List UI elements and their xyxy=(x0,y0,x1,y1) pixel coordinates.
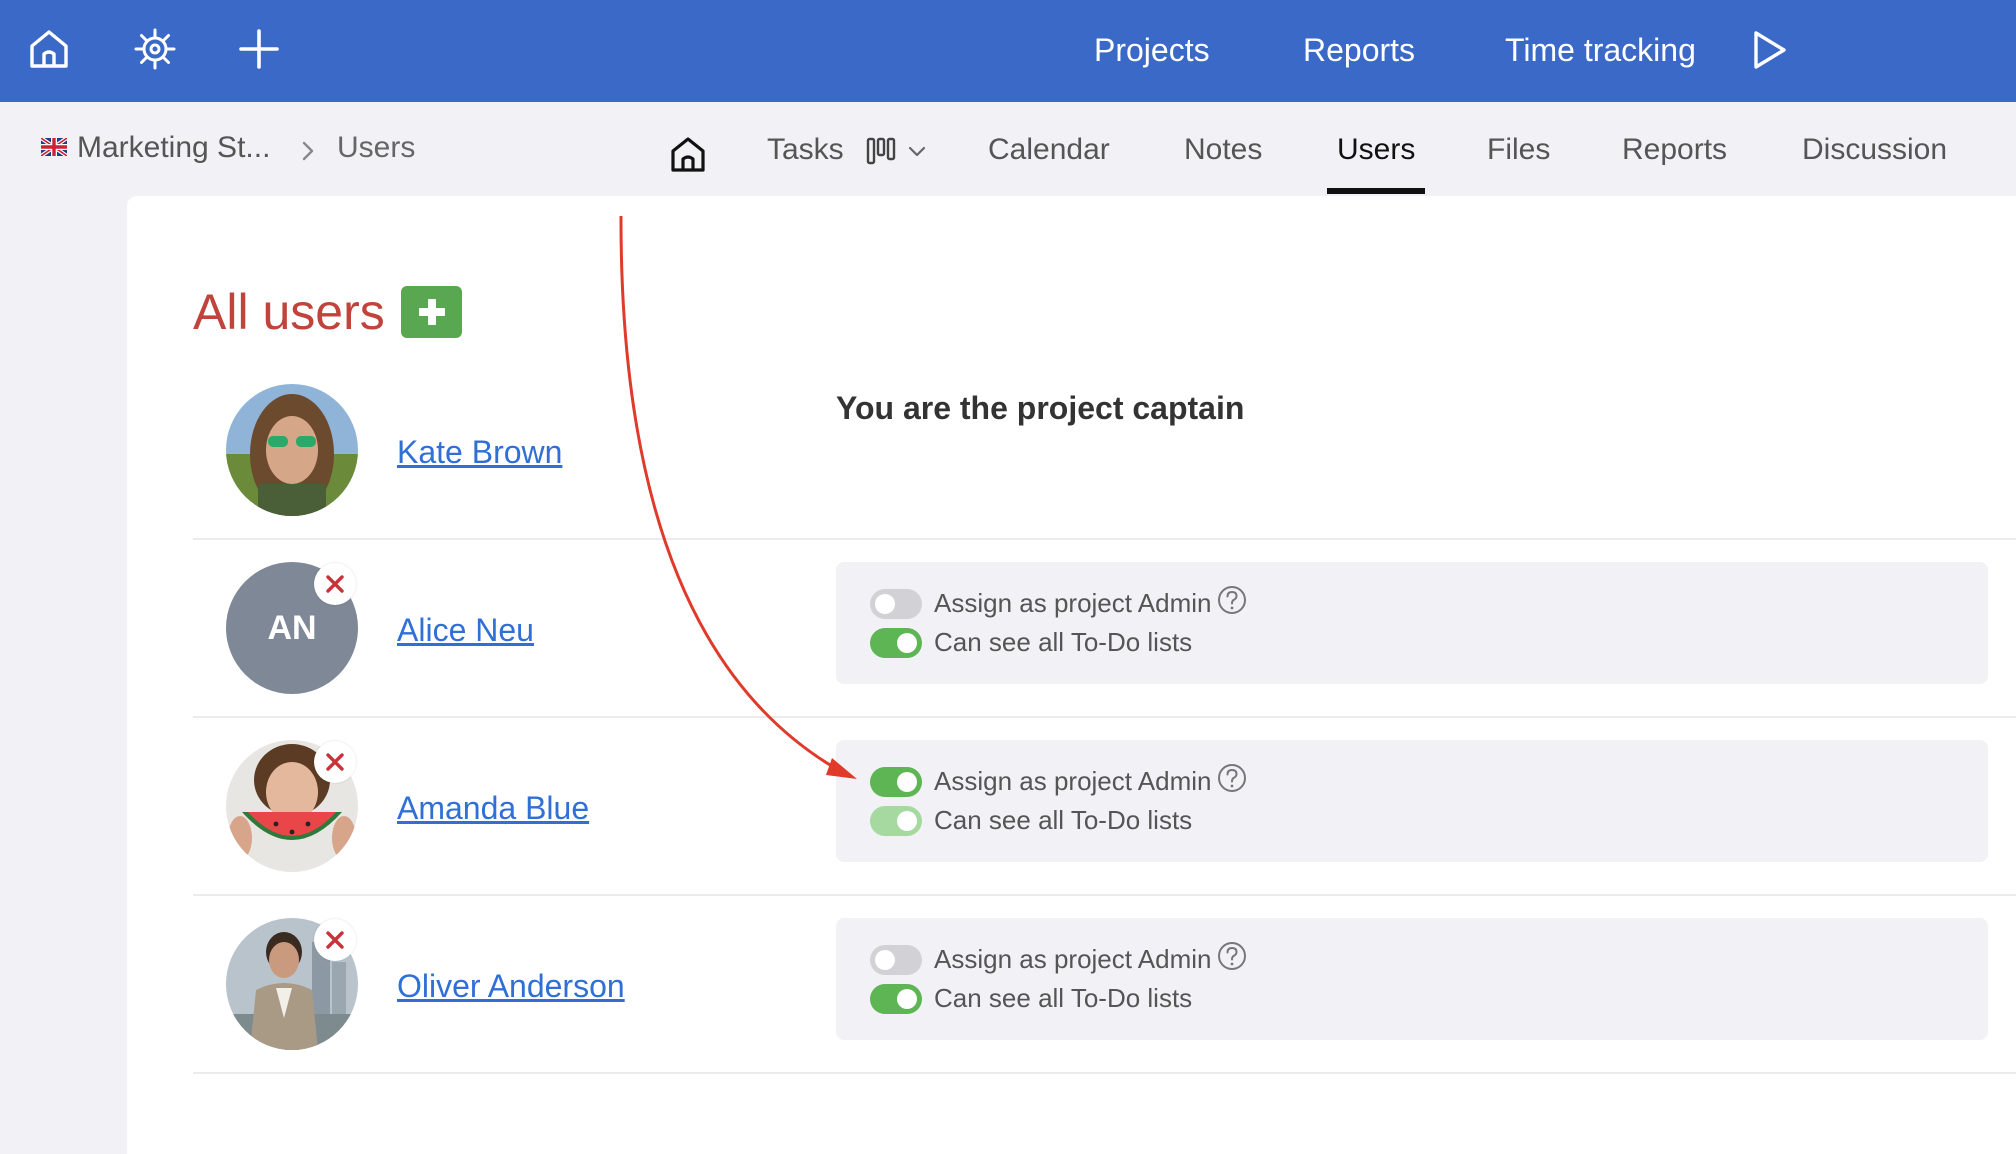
row-divider xyxy=(193,538,2016,540)
page-title: All users xyxy=(193,284,385,340)
chevron-down-icon[interactable] xyxy=(906,142,928,160)
avatar-kate-brown xyxy=(226,384,358,516)
help-icon[interactable] xyxy=(1216,762,1248,794)
active-tab-indicator xyxy=(1327,188,1425,194)
remove-user-button[interactable] xyxy=(314,741,356,783)
top-navigation-bar: Projects Reports Time tracking xyxy=(0,0,2016,102)
user-name-link[interactable]: Alice Neu xyxy=(397,610,534,650)
kanban-board-icon[interactable] xyxy=(866,136,896,166)
chevron-right-icon xyxy=(298,136,318,161)
tab-notes[interactable]: Notes xyxy=(1184,130,1262,170)
row-divider xyxy=(193,716,2016,718)
remove-user-button[interactable] xyxy=(314,563,356,605)
see-all-todo-toggle[interactable] xyxy=(870,628,922,658)
row-divider xyxy=(193,1072,2016,1074)
assign-admin-toggle[interactable] xyxy=(870,945,922,975)
help-icon[interactable] xyxy=(1216,584,1248,616)
plus-icon xyxy=(419,299,445,325)
permissions-panel: Assign as project Admin Can see all To-D… xyxy=(836,740,1988,862)
project-captain-note: You are the project captain xyxy=(836,390,1245,426)
tab-files[interactable]: Files xyxy=(1487,130,1550,170)
assign-admin-toggle[interactable] xyxy=(870,767,922,797)
nav-reports[interactable]: Reports xyxy=(1303,30,1415,70)
see-all-todo-toggle[interactable] xyxy=(870,984,922,1014)
tab-reports[interactable]: Reports xyxy=(1622,130,1727,170)
user-name-link[interactable]: Oliver Anderson xyxy=(397,966,625,1006)
row-divider xyxy=(193,894,2016,896)
helm-icon[interactable] xyxy=(132,26,178,72)
home-icon[interactable] xyxy=(26,26,72,72)
permission-label: Assign as project Admin xyxy=(934,766,1212,796)
close-icon xyxy=(326,753,344,771)
user-name-link[interactable]: Amanda Blue xyxy=(397,788,589,828)
permissions-panel: Assign as project Admin Can see all To-D… xyxy=(836,562,1988,684)
breadcrumb-current: Users xyxy=(337,131,416,164)
add-user-button[interactable] xyxy=(401,286,462,338)
assign-admin-toggle[interactable] xyxy=(870,589,922,619)
close-icon xyxy=(326,931,344,949)
permissions-panel: Assign as project Admin Can see all To-D… xyxy=(836,918,1988,1040)
permission-label: Can see all To-Do lists xyxy=(934,983,1193,1013)
see-all-todo-toggle[interactable] xyxy=(870,806,922,836)
tab-calendar[interactable]: Calendar xyxy=(988,130,1110,170)
breadcrumb-project[interactable]: Marketing St... xyxy=(77,130,270,166)
play-icon[interactable] xyxy=(1748,28,1790,72)
permission-label: Can see all To-Do lists xyxy=(934,805,1193,835)
close-icon xyxy=(326,575,344,593)
uk-flag-icon xyxy=(41,138,67,156)
nav-time-tracking[interactable]: Time tracking xyxy=(1505,30,1696,70)
permission-label: Assign as project Admin xyxy=(934,944,1212,974)
remove-user-button[interactable] xyxy=(314,919,356,961)
tab-users[interactable]: Users xyxy=(1337,130,1415,170)
tab-discussion[interactable]: Discussion xyxy=(1802,130,1947,170)
tab-home-icon[interactable] xyxy=(668,134,708,174)
permission-label: Can see all To-Do lists xyxy=(934,627,1193,657)
permission-label: Assign as project Admin xyxy=(934,588,1212,618)
tab-tasks[interactable]: Tasks xyxy=(767,130,844,170)
nav-projects[interactable]: Projects xyxy=(1094,30,1210,70)
help-icon[interactable] xyxy=(1216,940,1248,972)
user-name-link[interactable]: Kate Brown xyxy=(397,432,562,472)
plus-icon[interactable] xyxy=(236,26,282,72)
